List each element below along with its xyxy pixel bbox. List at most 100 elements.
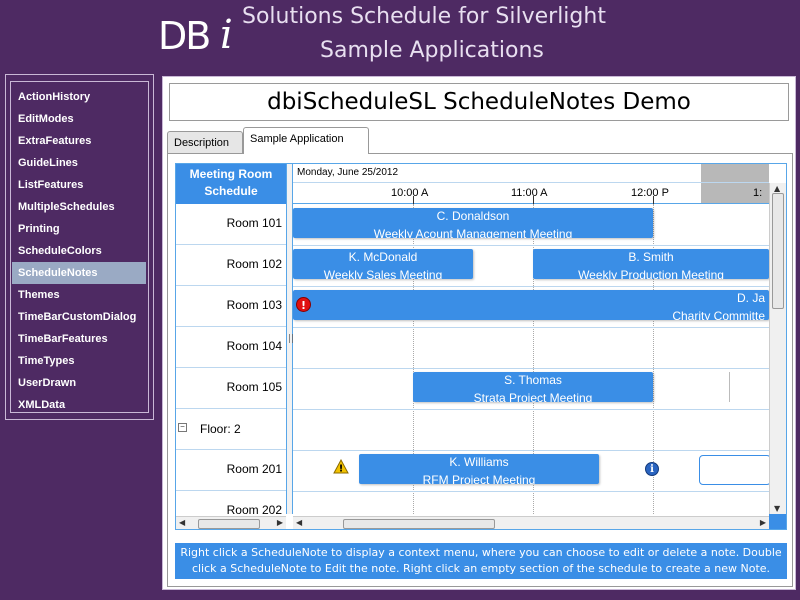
timeline-hscrollbar[interactable]: ◀ ▶ — [293, 516, 769, 529]
resource-label: Room 103 — [226, 298, 282, 312]
sidebar-item-multipleschedules[interactable]: MultipleSchedules — [12, 196, 146, 218]
group-row-floor-2[interactable]: − Floor: 2 — [176, 409, 286, 450]
row-line — [293, 245, 769, 246]
resource-list: Room 101 Room 102 Room 103 Room 104 Room… — [176, 204, 286, 517]
header-title: Solutions Schedule for Silverlight — [242, 4, 606, 29]
resource-header: Meeting Room Schedule — [176, 164, 286, 204]
logo-text: DB — [158, 14, 211, 58]
appointment-title: Weekly Production Meeting — [578, 268, 724, 279]
appointment-bar[interactable]: D. Ja Charity Committe — [293, 290, 769, 320]
info-icon[interactable]: i — [645, 462, 659, 476]
sidebar-item-printing[interactable]: Printing — [12, 218, 146, 240]
resource-hscrollbar[interactable]: ◀ ▶ — [176, 516, 286, 529]
sample-list: ActionHistory EditModes ExtraFeatures Gu… — [10, 81, 149, 413]
row-line — [293, 286, 769, 287]
appointment-bar[interactable]: K. McDonald Weekly Sales Meeting — [293, 249, 473, 279]
resource-label: Room 202 — [226, 503, 282, 517]
group-label: Floor: 2 — [200, 422, 241, 436]
appointment-title: Strata Project Meeting — [473, 391, 593, 402]
scroll-up-icon[interactable]: ▲ — [774, 184, 780, 193]
warning-glyph: ! — [339, 464, 344, 475]
resource-row[interactable]: Room 103 — [176, 286, 286, 327]
sidebar-item-extrafeatures[interactable]: ExtraFeatures — [12, 130, 146, 152]
scroll-down-icon[interactable]: ▼ — [774, 504, 780, 513]
scroll-right-icon[interactable]: ▶ — [760, 518, 766, 527]
sidebar-item-xmldata[interactable]: XMLData — [12, 394, 146, 416]
sidebar-item-themes[interactable]: Themes — [12, 284, 146, 306]
sidebar-item-guidelines[interactable]: GuideLines — [12, 152, 146, 174]
vertical-scroll-thumb[interactable] — [772, 193, 784, 309]
time-label: 10:00 A — [391, 187, 429, 199]
main-panel: dbiScheduleSL ScheduleNotes Demo Descrip… — [162, 76, 796, 590]
row-line — [293, 491, 769, 492]
time-label: 12:00 P — [631, 187, 669, 199]
appointment-name: C. Donaldson — [436, 209, 510, 223]
appointment-bar[interactable]: S. Thomas Strata Project Meeting — [413, 372, 653, 402]
scroll-right-icon[interactable]: ▶ — [277, 518, 283, 527]
scroll-left-icon[interactable]: ◀ — [296, 518, 302, 527]
resource-label: Room 102 — [226, 257, 282, 271]
row-line — [293, 409, 769, 410]
tab-panel: Meeting Room Schedule Room 101 Room 102 … — [167, 153, 793, 587]
sidebar: ActionHistory EditModes ExtraFeatures Gu… — [5, 74, 154, 420]
sidebar-item-editmodes[interactable]: EditModes — [12, 108, 146, 130]
resource-label: Room 101 — [226, 216, 282, 230]
appointment-title: RFM Project Meeting — [422, 473, 536, 484]
time-tick — [413, 196, 414, 204]
resource-row[interactable]: Room 201 — [176, 450, 286, 491]
sidebar-item-schedulecolors[interactable]: ScheduleColors — [12, 240, 146, 262]
appointment-bar[interactable]: K. Williams RFM Project Meeting — [359, 454, 599, 484]
scroll-corner — [769, 514, 786, 529]
sidebar-item-listfeatures[interactable]: ListFeatures — [12, 174, 146, 196]
instructions-bar: Right click a ScheduleNote to display a … — [175, 543, 787, 579]
tab-sample-application[interactable]: Sample Application — [243, 127, 369, 154]
time-label: 1: — [753, 187, 763, 199]
resource-row[interactable]: Room 102 — [176, 245, 286, 286]
time-header: 10:00 A 11:00 A 12:00 P 1: — [293, 183, 769, 204]
appointment-bar[interactable]: C. Donaldson Weekly Acount Management Me… — [293, 208, 653, 238]
time-tick — [653, 196, 654, 204]
row-line — [293, 450, 769, 451]
resource-row[interactable]: Room 105 — [176, 368, 286, 409]
sidebar-item-actionhistory[interactable]: ActionHistory — [12, 86, 146, 108]
splitter[interactable]: || — [286, 164, 294, 514]
appointment-name: K. McDonald — [348, 250, 418, 264]
sidebar-item-userdrawn[interactable]: UserDrawn — [12, 372, 146, 394]
schedule: Meeting Room Schedule Room 101 Room 102 … — [175, 163, 787, 530]
collapse-toggle-icon[interactable]: − — [178, 423, 187, 432]
appointment-name: D. Ja — [736, 291, 765, 305]
appointment-name: K. Williams — [449, 455, 509, 469]
marker-line — [729, 372, 730, 402]
scroll-left-icon[interactable]: ◀ — [179, 518, 185, 527]
dbi-logo: DB i — [158, 8, 238, 62]
empty-appointment[interactable] — [699, 455, 771, 485]
resource-label: Room 105 — [226, 380, 282, 394]
row-line — [293, 327, 769, 328]
appointment-name: S. Thomas — [504, 373, 562, 387]
appointment-name: B. Smith — [628, 250, 674, 264]
appointment-title: Weekly Sales Meeting — [323, 268, 443, 279]
error-icon[interactable]: ! — [296, 297, 311, 312]
sidebar-item-timetypes[interactable]: TimeTypes — [12, 350, 146, 372]
row-line — [293, 368, 769, 369]
header-subtitle: Sample Applications — [320, 38, 544, 63]
warning-icon[interactable]: ! — [333, 459, 349, 474]
time-tick — [533, 196, 534, 204]
resource-hscroll-thumb[interactable] — [198, 519, 260, 529]
appointment-bar[interactable]: B. Smith Weekly Production Meeting — [533, 249, 769, 279]
resource-row[interactable]: Room 101 — [176, 204, 286, 245]
sidebar-item-timebarfeatures[interactable]: TimeBarFeatures — [12, 328, 146, 350]
resource-label: Room 104 — [226, 339, 282, 353]
demo-title: dbiScheduleSL ScheduleNotes Demo — [169, 83, 789, 121]
vertical-scrollbar[interactable]: ▲ ▼ — [769, 183, 786, 514]
time-label: 11:00 A — [511, 187, 548, 199]
tab-description[interactable]: Description — [167, 131, 243, 153]
sidebar-item-timebarcustomdialog[interactable]: TimeBarCustomDialog — [12, 306, 146, 328]
resource-label: Room 201 — [226, 462, 282, 476]
date-header: Monday, June 25/2012 — [293, 164, 769, 183]
timeline-hscroll-thumb[interactable] — [343, 519, 495, 529]
resource-row[interactable]: Room 104 — [176, 327, 286, 368]
timeline[interactable]: Monday, June 25/2012 10:00 A 11:00 A 12:… — [293, 164, 771, 514]
sidebar-item-schedulenotes[interactable]: ScheduleNotes — [12, 262, 146, 284]
appointment-title: Charity Committe — [672, 309, 765, 320]
